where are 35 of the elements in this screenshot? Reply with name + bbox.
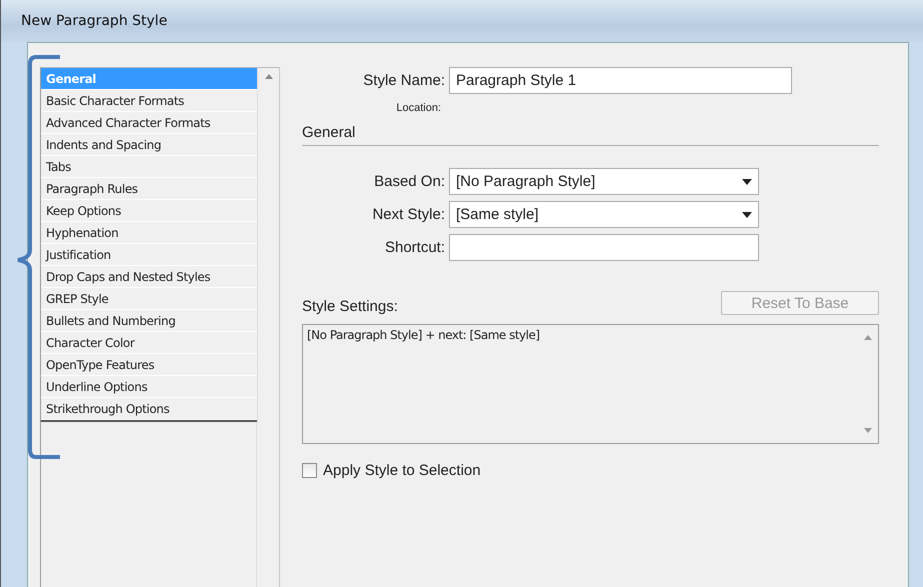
- category-item[interactable]: Underline Options: [41, 376, 257, 398]
- category-item[interactable]: GREP Style: [41, 288, 257, 310]
- category-item[interactable]: Basic Character Formats: [41, 90, 257, 112]
- field-label: Next Style:: [371, 206, 446, 223]
- category-item[interactable]: Indents and Spacing: [41, 134, 257, 156]
- category-item[interactable]: Strikethrough Options: [41, 398, 257, 420]
- section-heading: General: [302, 124, 879, 146]
- scroll-up-icon[interactable]: [864, 335, 872, 340]
- checkbox-label[interactable]: Apply Style to Selection: [323, 462, 481, 479]
- scroll-up-icon[interactable]: [264, 74, 272, 79]
- shortcut-field[interactable]: [449, 234, 759, 261]
- category-item[interactable]: Advanced Character Formats: [41, 112, 257, 134]
- dropdown[interactable]: [Same style]: [449, 201, 759, 228]
- dropdown[interactable]: [No Paragraph Style]: [449, 168, 759, 195]
- caret-icon: [742, 212, 752, 218]
- category-item[interactable]: Tabs: [41, 156, 257, 178]
- category-item[interactable]: Justification: [41, 244, 257, 266]
- location-label: Location:: [395, 102, 442, 114]
- category-item[interactable]: Character Color: [41, 332, 257, 354]
- field-label: Style Name:: [362, 72, 446, 89]
- window-title: New Paragraph Style: [21, 13, 168, 29]
- category-item[interactable]: OpenType Features: [41, 354, 257, 376]
- category-item[interactable]: Drop Caps and Nested Styles: [41, 266, 257, 288]
- category-item[interactable]: Paragraph Rules: [41, 178, 257, 200]
- category-item[interactable]: Keep Options: [41, 200, 257, 222]
- category-item[interactable]: Hyphenation: [41, 222, 257, 244]
- field-label: Based On:: [373, 173, 446, 190]
- caret-icon: [742, 178, 752, 184]
- category-item[interactable]: Bullets and Numbering: [41, 310, 257, 332]
- field-label: Shortcut:: [384, 239, 446, 256]
- style-name-field[interactable]: Paragraph Style 1: [449, 67, 792, 94]
- style-settings-label: Style Settings:: [302, 298, 398, 315]
- checkbox[interactable]: [302, 463, 317, 478]
- style-settings-text: [No Paragraph Style] + next: [Same style]: [306, 327, 541, 344]
- scroll-down-icon[interactable]: [864, 428, 872, 433]
